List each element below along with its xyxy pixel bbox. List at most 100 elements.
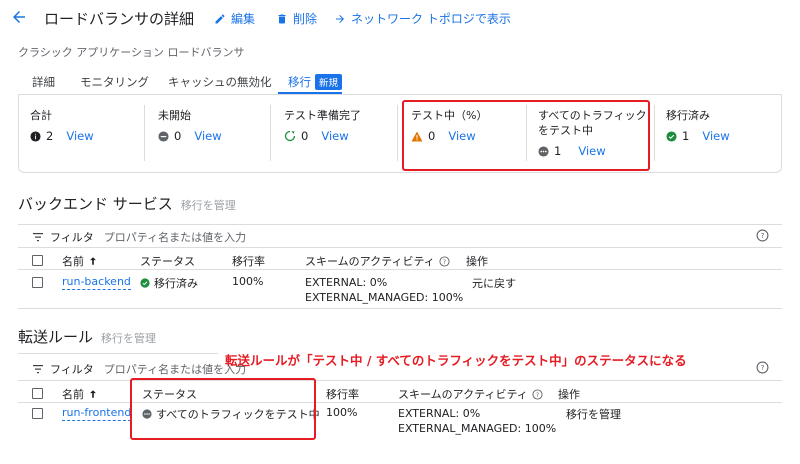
summary-not-started-view-link[interactable]: View	[194, 129, 221, 143]
network-topology-label: ネットワーク トポロジで表示	[351, 12, 511, 26]
select-all-checkbox[interactable]	[32, 388, 43, 399]
summary-not-started-count: 0	[174, 129, 182, 143]
column-header-rate: 移行率	[232, 255, 265, 268]
forwarding-filter-bar[interactable]: フィルタ プロパティ名または値を入力	[32, 361, 246, 377]
not-started-icon	[158, 130, 169, 142]
backend-filter-label: フィルタ	[50, 231, 94, 244]
row-checkbox[interactable]	[32, 408, 43, 419]
svg-text:?: ?	[443, 258, 446, 265]
column-header-name[interactable]: 名前	[62, 253, 98, 269]
revert-link[interactable]: 元に戻す	[472, 275, 516, 291]
column-header-rate: 移行率	[326, 388, 359, 401]
back-arrow-icon[interactable]	[10, 8, 28, 26]
trash-icon	[278, 14, 286, 23]
summary-ready: テスト準備完了 0 View	[284, 108, 361, 143]
info-icon	[30, 130, 41, 142]
backend-name-link[interactable]: run-backend	[62, 275, 131, 290]
backend-section-header: バックエンド サービス 移行を管理	[18, 193, 236, 214]
row-checkbox[interactable]	[32, 277, 43, 288]
svg-text:?: ?	[761, 363, 765, 372]
select-all-checkbox[interactable]	[32, 255, 43, 266]
forwarding-rate: 100%	[326, 406, 358, 419]
page-title: ロードバランサの詳細	[44, 10, 195, 28]
summary-migrated-view-link[interactable]: View	[702, 129, 729, 143]
active-tab-indicator	[278, 92, 342, 94]
column-header-scheme: スキームのアクティビティ ?	[305, 253, 450, 269]
summary-total: 合計 2 View	[30, 108, 94, 143]
forwarding-section-title: 転送ルール	[18, 328, 94, 346]
manage-migration-link[interactable]: 移行を管理	[566, 406, 621, 422]
svg-text:?: ?	[536, 391, 539, 398]
backend-section-title: バックエンド サービス	[18, 195, 173, 213]
header-bar: ロードバランサの詳細 編集 削除 ネットワーク トポロジで表示	[0, 0, 800, 34]
backend-manage-link[interactable]: 移行を管理	[181, 199, 236, 212]
summary-ready-view-link[interactable]: View	[321, 129, 348, 143]
forwarding-manage-link[interactable]: 移行を管理	[101, 332, 156, 345]
divider	[18, 247, 782, 248]
backend-scheme-activity: EXTERNAL: 0% EXTERNAL_MANAGED: 100%	[305, 275, 463, 305]
sort-up-icon	[90, 257, 96, 265]
help-icon[interactable]: ?	[439, 255, 450, 267]
backend-status: 移行済み	[140, 275, 198, 291]
column-header-scheme-label: スキームのアクティビティ	[398, 388, 528, 401]
tab-details[interactable]: 詳細	[32, 74, 55, 90]
load-balancer-type: クラシック アプリケーション ロードバランサ	[18, 46, 245, 59]
arrow-right-icon	[336, 14, 344, 23]
summary-divider	[270, 105, 271, 161]
edit-button[interactable]: 編集	[214, 10, 255, 27]
summary-total-view-link[interactable]: View	[66, 129, 93, 143]
help-icon[interactable]: ?	[532, 388, 543, 400]
network-topology-button[interactable]: ネットワーク トポロジで表示	[334, 10, 511, 27]
backend-scheme-external: EXTERNAL: 0%	[305, 276, 388, 289]
forwarding-name-link[interactable]: run-frontend	[62, 406, 132, 421]
filter-icon	[33, 365, 43, 374]
column-header-actions: 操作	[558, 388, 580, 401]
tab-migration[interactable]: 移行 新規	[288, 74, 343, 90]
new-badge: 新規	[315, 74, 343, 90]
summary-not-started: 未開始 0 View	[158, 108, 222, 143]
summary-total-count: 2	[46, 129, 54, 143]
highlight-box-summary	[402, 100, 650, 171]
sort-up-icon	[90, 390, 96, 398]
forwarding-filter-label: フィルタ	[50, 363, 94, 376]
ready-icon	[284, 130, 296, 142]
forwarding-scheme-external: EXTERNAL: 0%	[398, 407, 481, 420]
delete-label: 削除	[293, 12, 318, 26]
forwarding-scheme-external-managed: EXTERNAL_MANAGED: 100%	[398, 422, 557, 435]
divider	[18, 308, 782, 309]
summary-migrated-count: 1	[682, 129, 690, 143]
tab-monitoring[interactable]: モニタリング	[80, 74, 149, 90]
divider	[18, 269, 782, 270]
column-header-status: ステータス	[140, 255, 195, 268]
tab-migration-label: 移行	[288, 75, 311, 89]
backend-scheme-external-managed: EXTERNAL_MANAGED: 100%	[305, 291, 464, 304]
summary-ready-label: テスト準備完了	[284, 109, 361, 122]
annotation-text: 転送ルールが「テスト中 / すべてのトラフィックをテスト中」のステータスになる	[225, 353, 687, 368]
help-icon[interactable]: ?	[756, 229, 769, 242]
summary-not-started-label: 未開始	[158, 109, 191, 122]
column-header-scheme: スキームのアクティビティ ?	[398, 386, 543, 402]
forwarding-section-header: 転送ルール 移行を管理	[18, 326, 156, 347]
summary-divider	[144, 105, 145, 161]
column-header-actions: 操作	[466, 255, 488, 268]
summary-divider	[397, 105, 398, 161]
delete-button[interactable]: 削除	[276, 10, 317, 27]
help-icon[interactable]: ?	[756, 361, 769, 374]
divider	[18, 224, 782, 225]
backend-rate: 100%	[232, 275, 264, 288]
forwarding-scheme-activity: EXTERNAL: 0% EXTERNAL_MANAGED: 100%	[398, 406, 556, 436]
backend-filter-bar[interactable]: フィルタ プロパティ名または値を入力	[32, 229, 246, 245]
summary-divider	[654, 105, 655, 161]
column-header-name-label: 名前	[62, 388, 84, 401]
filter-icon	[33, 233, 43, 242]
forwarding-filter-input[interactable]: プロパティ名または値を入力	[104, 361, 246, 377]
column-header-name[interactable]: 名前	[62, 386, 98, 402]
check-icon	[666, 130, 677, 142]
summary-migrated-label: 移行済み	[666, 109, 710, 122]
divider	[18, 353, 218, 354]
tab-cache-invalidation[interactable]: キャッシュの無効化	[168, 74, 272, 90]
summary-migrated: 移行済み 1 View	[666, 108, 730, 143]
edit-label: 編集	[231, 12, 256, 26]
backend-filter-input[interactable]: プロパティ名または値を入力	[104, 229, 246, 245]
summary-ready-count: 0	[301, 129, 309, 143]
